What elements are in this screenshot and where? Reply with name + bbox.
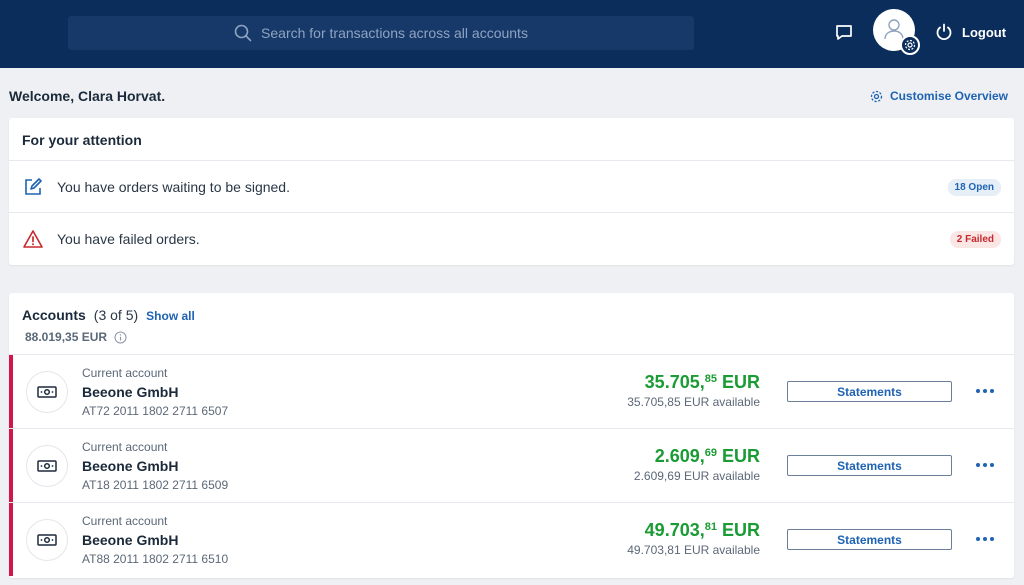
info-icon[interactable]: [114, 331, 127, 344]
account-stripe: [9, 429, 13, 502]
more-options-icon[interactable]: [973, 383, 997, 399]
show-all-link[interactable]: Show all: [146, 309, 195, 323]
balance-currency: EUR: [716, 446, 760, 466]
welcome-text: Welcome, Clara Horvat.: [9, 88, 166, 104]
attention-item-failed[interactable]: You have failed orders. 2 Failed: [9, 212, 1014, 264]
account-iban: AT88 2011 1802 2711 6510: [82, 552, 229, 566]
attention-item-text: You have failed orders.: [57, 231, 200, 247]
top-bar: Search for transactions across all accou…: [0, 0, 1024, 68]
accounts-title: Accounts: [22, 307, 86, 323]
account-type: Current account: [82, 514, 168, 528]
account-name: Beeone GmbH: [82, 384, 179, 400]
statements-button[interactable]: Statements: [787, 529, 952, 550]
attention-title: For your attention: [22, 132, 142, 148]
account-iban: AT18 2011 1802 2711 6509: [82, 478, 229, 492]
logout-button[interactable]: Logout: [935, 23, 1006, 41]
account-stripe: [9, 503, 13, 576]
account-balance: 35.705,85 EUR: [645, 372, 760, 393]
account-balance: 49.703,81 EUR: [645, 520, 760, 541]
search-input[interactable]: Search for transactions across all accou…: [68, 16, 694, 50]
accounts-total-value: 88.019,35 EUR: [25, 330, 108, 344]
account-available: 49.703,81 EUR available: [627, 543, 760, 557]
account-available: 35.705,85 EUR available: [627, 395, 760, 409]
banknote-icon: [26, 371, 68, 413]
logout-label: Logout: [962, 24, 1007, 40]
accounts-header: Accounts (3 of 5) Show all: [22, 307, 195, 323]
account-iban: AT72 2011 1802 2711 6507: [82, 404, 229, 418]
balance-integer: 49.703,: [644, 520, 705, 540]
balance-integer: 35.705,: [644, 372, 705, 392]
account-name: Beeone GmbH: [82, 532, 179, 548]
balance-currency: EUR: [716, 520, 760, 540]
balance-currency: EUR: [716, 372, 760, 392]
account-type: Current account: [82, 440, 168, 454]
more-options-icon[interactable]: [973, 531, 997, 547]
customise-overview-button[interactable]: Customise Overview: [870, 89, 1008, 103]
account-row[interactable]: Current account Beeone GmbH AT72 2011 18…: [9, 354, 1014, 428]
balance-decimal: 69: [704, 447, 717, 459]
user-icon: [884, 19, 904, 40]
attention-item-text: You have orders waiting to be signed.: [57, 179, 290, 195]
open-badge: 18 Open: [947, 179, 1001, 196]
customise-label: Customise Overview: [889, 89, 1008, 103]
gear-icon: [870, 90, 883, 102]
balance-decimal: 81: [704, 521, 717, 533]
banknote-icon: [26, 445, 68, 487]
attention-item-sign[interactable]: You have orders waiting to be signed. 18…: [9, 160, 1014, 212]
search-placeholder: Search for transactions across all accou…: [261, 25, 528, 41]
search-icon: [234, 24, 252, 42]
statements-button[interactable]: Statements: [787, 455, 952, 476]
power-icon: [936, 23, 952, 41]
failed-badge: 2 Failed: [949, 231, 1001, 248]
banknote-icon: [26, 519, 68, 561]
edit-icon: [23, 177, 43, 197]
account-row[interactable]: Current account Beeone GmbH AT18 2011 18…: [9, 428, 1014, 502]
avatar[interactable]: [873, 9, 920, 55]
account-type: Current account: [82, 366, 168, 380]
balance-integer: 2.609,: [654, 446, 705, 466]
balance-decimal: 85: [704, 373, 717, 385]
account-stripe: [9, 355, 13, 428]
account-name: Beeone GmbH: [82, 458, 179, 474]
settings-gear-icon[interactable]: [900, 35, 920, 55]
chat-icon[interactable]: [834, 23, 854, 43]
account-row[interactable]: Current account Beeone GmbH AT88 2011 18…: [9, 502, 1014, 576]
account-available: 2.609,69 EUR available: [633, 469, 760, 483]
more-options-icon[interactable]: [973, 457, 997, 473]
statements-button[interactable]: Statements: [787, 381, 952, 402]
accounts-total: 88.019,35 EUR: [25, 330, 127, 344]
attention-card: For your attention You have orders waiti…: [9, 118, 1014, 265]
warning-icon: [23, 229, 43, 249]
accounts-card: Accounts (3 of 5) Show all 88.019,35 EUR…: [9, 293, 1014, 578]
account-balance: 2.609,69 EUR: [655, 446, 760, 467]
accounts-count: (3 of 5): [93, 307, 139, 323]
